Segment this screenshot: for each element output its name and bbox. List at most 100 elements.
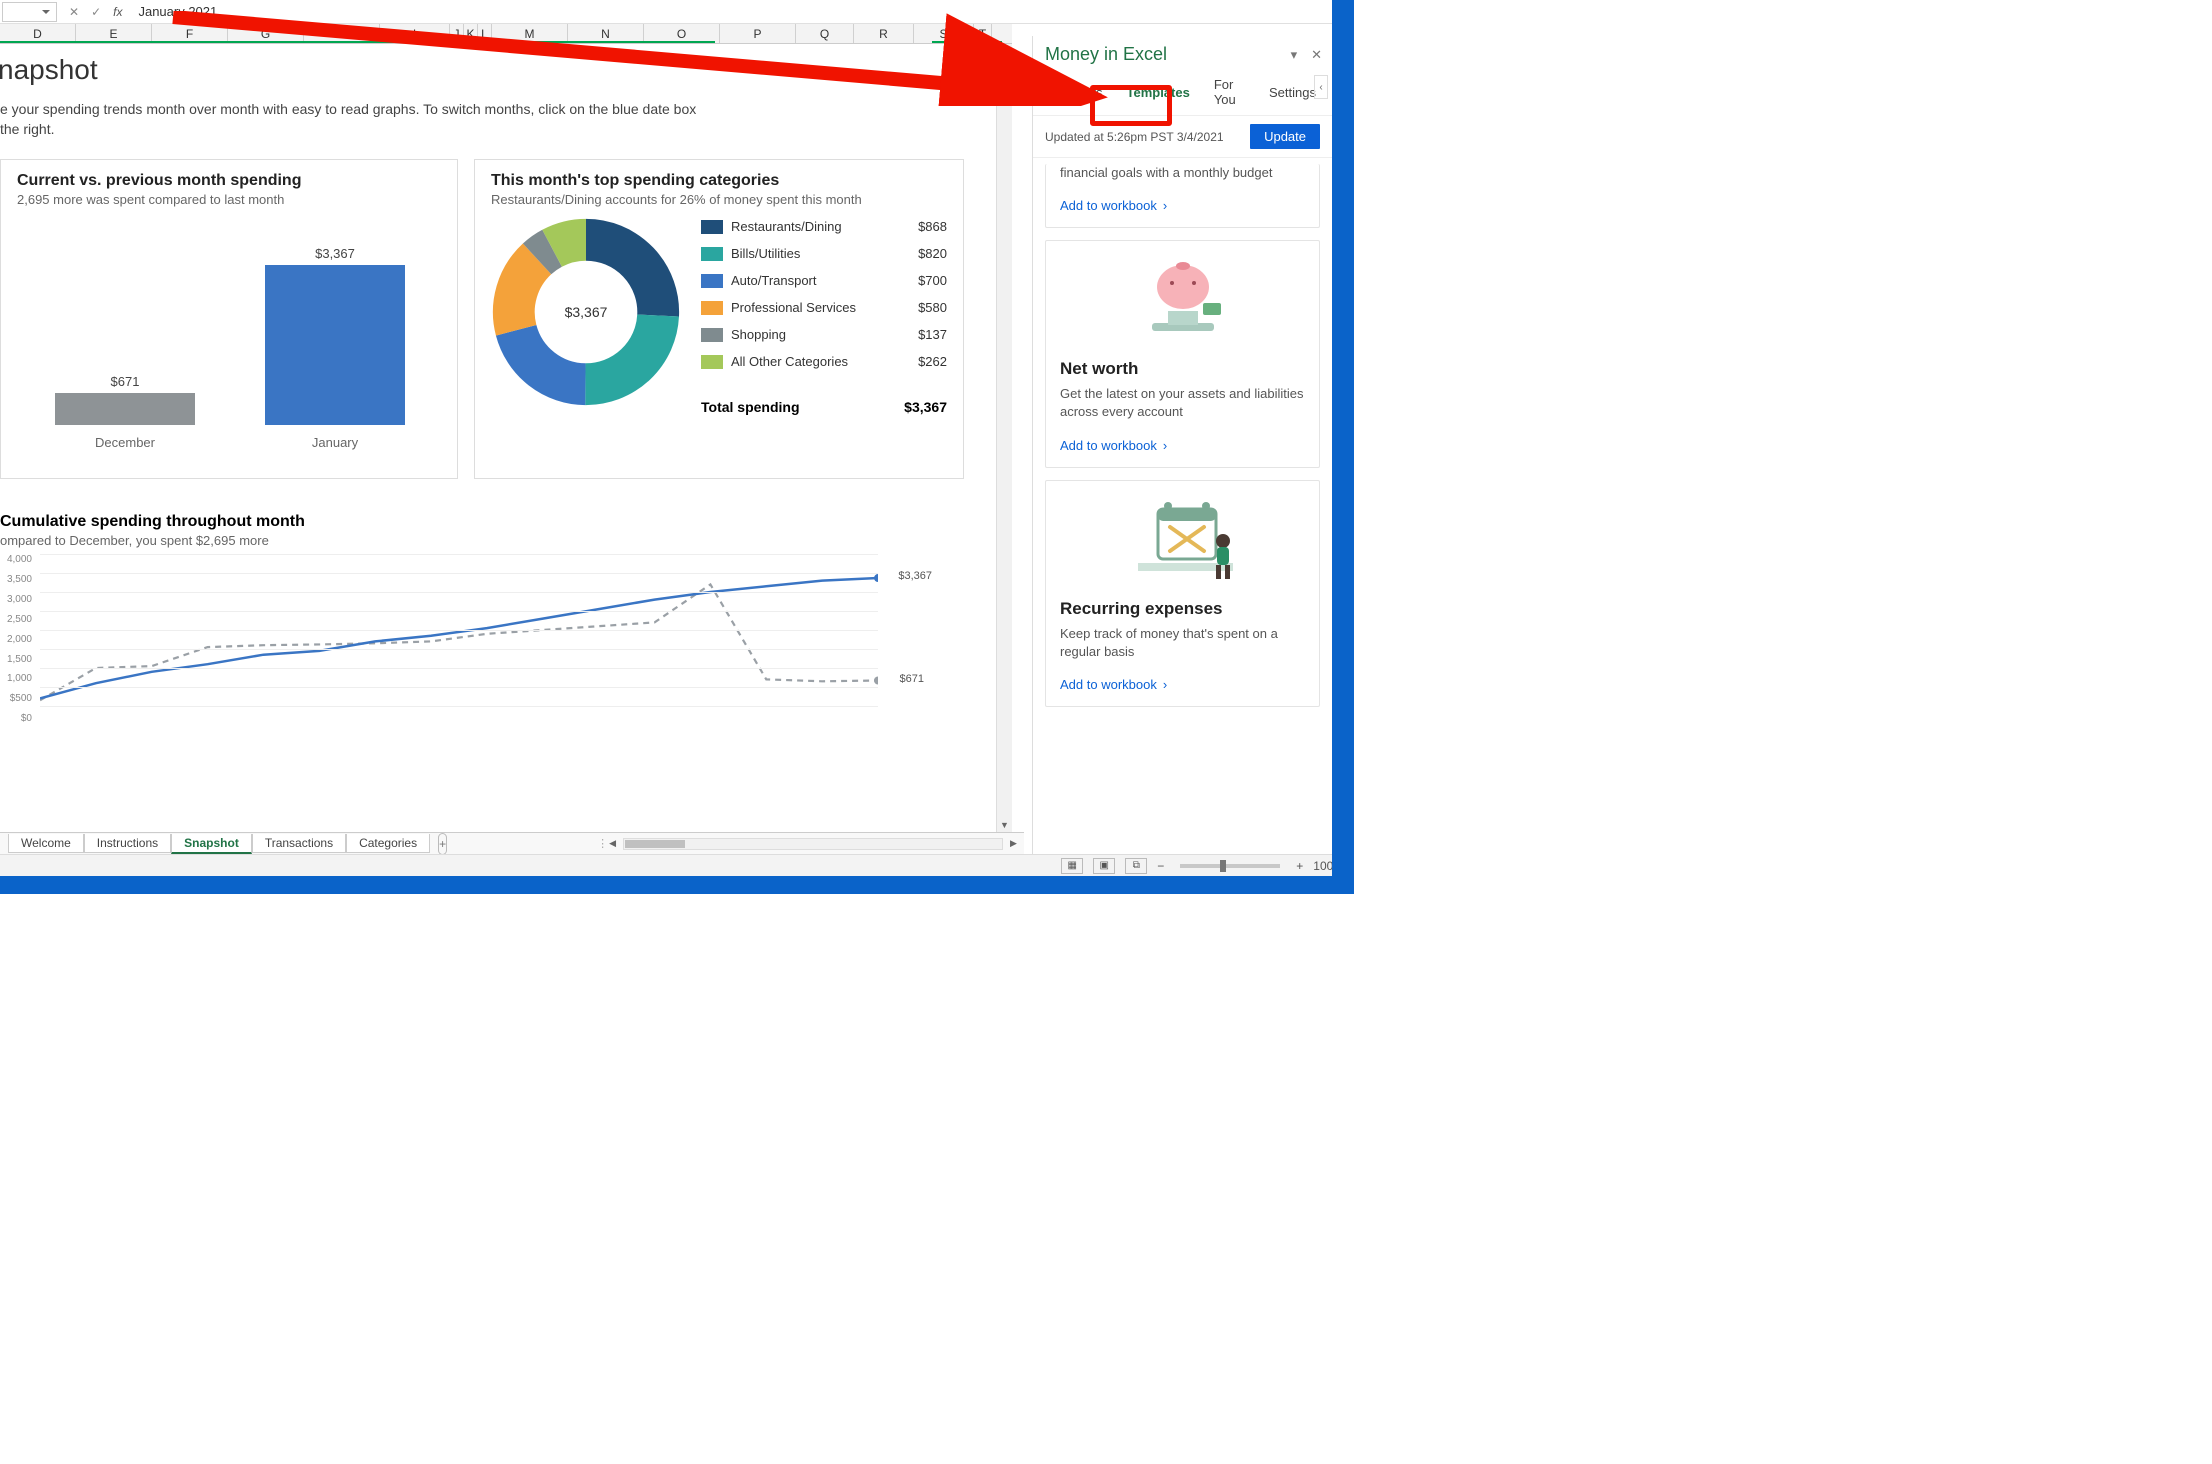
- legend-value: $580: [887, 300, 947, 315]
- chevron-right-icon: ›: [1163, 677, 1167, 692]
- view-page-layout-icon[interactable]: ▣: [1093, 858, 1115, 874]
- bar-chart: $671$3,367: [17, 235, 441, 425]
- money-in-excel-panel: Money in Excel ▾ ✕ AccountsTemplatesFor …: [1032, 36, 1332, 854]
- zoom-out-icon[interactable]: −: [1157, 859, 1164, 873]
- template-card-recurring: Recurring expenses Keep track of money t…: [1045, 480, 1320, 707]
- chevron-right-icon: ›: [1163, 198, 1167, 213]
- card-subtitle: Restaurants/Dining accounts for 26% of m…: [491, 192, 947, 207]
- fx-icon[interactable]: fx: [113, 5, 122, 19]
- legend-row: Professional Services $580: [701, 300, 947, 315]
- panel-tab-for-you[interactable]: For You: [1204, 69, 1255, 115]
- panel-close-icon[interactable]: ✕: [1311, 47, 1322, 63]
- y-tick: 3,000: [0, 594, 32, 605]
- legend-swatch: [701, 247, 723, 261]
- legend-row: All Other Categories $262: [701, 354, 947, 369]
- page-title: napshot: [0, 54, 696, 86]
- scroll-down-icon[interactable]: ▼: [998, 818, 1011, 832]
- card-current-vs-previous: Current vs. previous month spending 2,69…: [0, 159, 458, 479]
- view-page-break-icon[interactable]: ⧉: [1125, 858, 1147, 874]
- legend-swatch: [701, 301, 723, 315]
- sheet-tab-welcome[interactable]: Welcome: [8, 834, 84, 853]
- confirm-icon[interactable]: ✓: [91, 5, 101, 19]
- desktop-edge: [1332, 0, 1354, 894]
- zoom-in-icon[interactable]: +: [1296, 859, 1303, 873]
- legend-value: $820: [887, 246, 947, 261]
- formula-bar-icons: ✕ ✓ fx: [59, 5, 132, 19]
- scroll-up-icon[interactable]: ▲: [998, 44, 1011, 58]
- line-chart: 4,0003,5003,0002,5002,0001,5001,000$500$…: [0, 554, 964, 724]
- bar-january: [265, 265, 405, 425]
- template-heading: Net worth: [1060, 359, 1305, 379]
- add-to-workbook-link[interactable]: Add to workbook›: [1060, 677, 1305, 692]
- card-cumulative: Cumulative spending throughout month omp…: [0, 503, 964, 724]
- y-tick: $0: [0, 713, 32, 724]
- panel-tab-templates[interactable]: Templates: [1116, 77, 1199, 108]
- panel-options-icon[interactable]: ▾: [1291, 47, 1298, 63]
- legend-row: Shopping $137: [701, 327, 947, 342]
- y-tick: 3,500: [0, 574, 32, 585]
- sheet-tab-instructions[interactable]: Instructions: [84, 834, 171, 853]
- legend-label: Bills/Utilities: [731, 246, 887, 261]
- panel-tab-accounts[interactable]: Accounts: [1039, 77, 1112, 108]
- y-tick: 1,000: [0, 673, 32, 684]
- update-button[interactable]: Update: [1250, 124, 1320, 149]
- legend-swatch: [701, 328, 723, 342]
- donut-center-value: $3,367: [565, 304, 608, 320]
- column-header-R[interactable]: R: [854, 24, 914, 43]
- template-card-networth: Net worth Get the latest on your assets …: [1045, 240, 1320, 467]
- total-value: $3,367: [904, 399, 947, 415]
- recurring-illustration: [1060, 493, 1305, 589]
- panel-tabs: AccountsTemplatesFor YouSettings‹: [1033, 69, 1332, 116]
- updated-at-label: Updated at 5:26pm PST 3/4/2021: [1045, 130, 1224, 144]
- y-tick: 4,000: [0, 554, 32, 565]
- column-headers: DEFGHIJKLMNOPQRST: [0, 24, 1012, 44]
- chevron-right-icon: ›: [1163, 438, 1167, 453]
- add-sheet-button[interactable]: +: [438, 833, 447, 855]
- sheet-tab-snapshot[interactable]: Snapshot: [171, 834, 252, 854]
- sheet-tab-bar: WelcomeInstructionsSnapshotTransactionsC…: [0, 832, 1024, 854]
- scroll-thumb[interactable]: [998, 60, 1008, 90]
- card-subtitle: ompared to December, you spent $2,695 mo…: [0, 533, 964, 548]
- line-end-prev: $671: [900, 673, 924, 685]
- sheet-tab-categories[interactable]: Categories: [346, 834, 430, 853]
- bar-december: [55, 393, 195, 425]
- template-desc: Get the latest on your assets and liabil…: [1060, 385, 1305, 421]
- vertical-scrollbar[interactable]: ▲ ▼: [996, 44, 1012, 832]
- hscroll-right-icon[interactable]: ▶: [1006, 838, 1021, 849]
- bar-x-label: December: [55, 435, 195, 450]
- formula-input[interactable]: [132, 4, 1340, 19]
- name-box[interactable]: [2, 2, 57, 22]
- add-to-workbook-link[interactable]: Add to workbook›: [1060, 198, 1305, 213]
- sheet-tab-transactions[interactable]: Transactions: [252, 834, 346, 853]
- total-label: Total spending: [701, 399, 800, 415]
- column-header-P[interactable]: P: [720, 24, 796, 43]
- legend-value: $137: [887, 327, 947, 342]
- zoom-slider[interactable]: [1180, 864, 1280, 868]
- panel-tab-more-icon[interactable]: ‹: [1314, 75, 1328, 99]
- card-title: Cumulative spending throughout month: [0, 513, 964, 531]
- networth-illustration: [1060, 253, 1305, 349]
- legend-value: $868: [887, 219, 947, 234]
- template-desc: financial goals with a monthly budget: [1060, 164, 1305, 182]
- card-title: This month's top spending categories: [491, 172, 947, 190]
- add-to-workbook-link[interactable]: Add to workbook›: [1060, 438, 1305, 453]
- formula-bar: ✕ ✓ fx ⌄: [0, 0, 1354, 24]
- line-end-current: $3,367: [898, 570, 932, 582]
- legend-swatch: [701, 274, 723, 288]
- column-header-Q[interactable]: Q: [796, 24, 854, 43]
- cancel-icon[interactable]: ✕: [69, 5, 79, 19]
- y-tick: 2,000: [0, 634, 32, 645]
- hscroll-left-icon[interactable]: ◀: [605, 838, 620, 849]
- legend-label: Auto/Transport: [731, 273, 887, 288]
- legend-label: Professional Services: [731, 300, 887, 315]
- taskbar-edge: [0, 876, 1354, 894]
- y-tick: 2,500: [0, 614, 32, 625]
- legend-swatch: [701, 355, 723, 369]
- y-tick: 1,500: [0, 654, 32, 665]
- donut-chart: $3,367: [491, 217, 681, 407]
- view-normal-icon[interactable]: ▦: [1061, 858, 1083, 874]
- horizontal-scrollbar[interactable]: [623, 838, 1003, 850]
- bar-x-label: January: [265, 435, 405, 450]
- legend-label: Shopping: [731, 327, 887, 342]
- bar-value-label: $3,367: [315, 246, 355, 261]
